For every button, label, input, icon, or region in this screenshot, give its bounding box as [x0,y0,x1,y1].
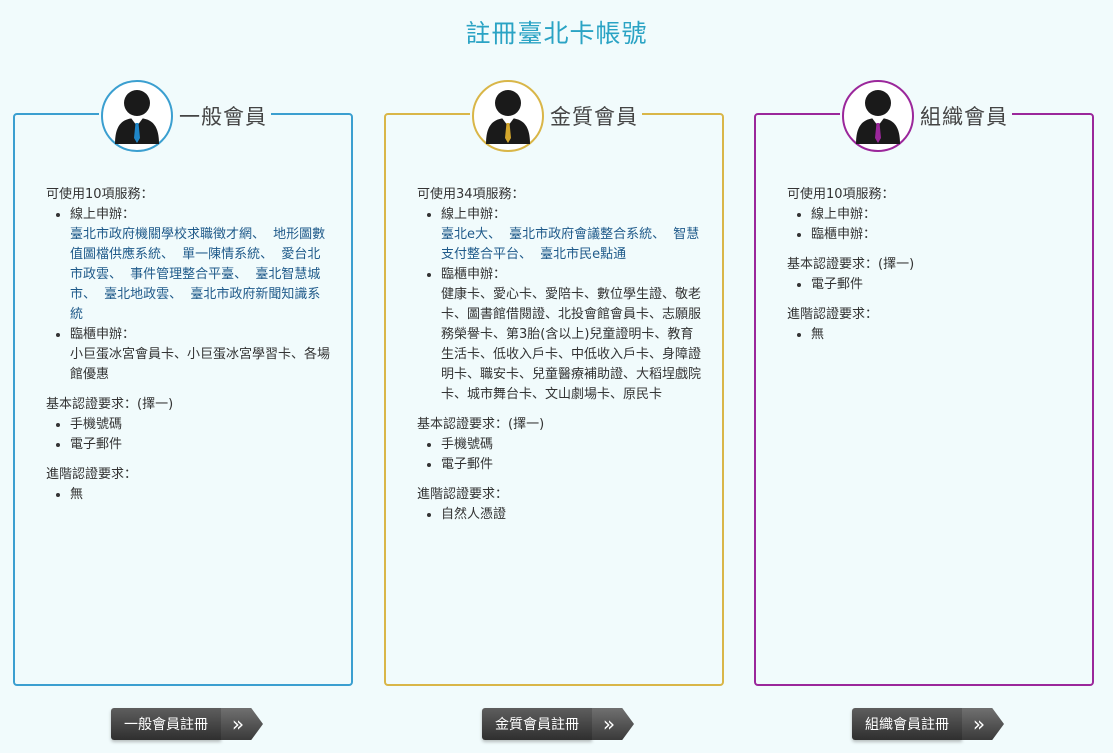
list-item: 線上申辦： 臺北e大、 臺北市政府會議整合系統、 智慧支付整合平台、 臺北市民e… [441,205,702,265]
list-item: 手機號碼 [70,415,331,435]
advanced-auth-heading: 進階認證要求： [46,467,138,482]
organization-register-wrap: 組織會員註冊 » [852,706,1022,744]
card-title: 一般會員 [179,105,267,129]
advanced-auth-list: 自然人憑證 [417,505,702,525]
button-label: 一般會員註冊 [111,708,221,740]
services-heading: 可使用10項服務： [787,187,895,202]
list-item: 手機號碼 [441,435,702,455]
double-chevron-right-icon: » [962,708,1004,740]
online-links: 臺北e大、 臺北市政府會議整合系統、 智慧支付整合平台、 臺北市民e點通 [441,227,699,262]
general-register-wrap: 一般會員註冊 » [111,706,281,744]
service-link[interactable]: 臺北e大、 [441,227,501,242]
basic-auth-list: 手機號碼 電子郵件 [46,415,331,455]
basic-auth-list: 手機號碼 電子郵件 [417,435,702,475]
service-link[interactable]: 單一陳情系統、 [182,247,273,262]
list-item: 線上申辦： [811,205,1072,225]
card-header: 組織會員 [840,78,1012,154]
list-item: 電子郵件 [70,435,331,455]
button-label: 金質會員註冊 [482,708,592,740]
advanced-auth-heading: 進階認證要求： [787,307,879,322]
card-body: 可使用10項服務： 線上申辦： 臺北市政府機關學校求職徵才網、 地形圖數值圖檔供… [46,185,331,515]
list-item: 自然人憑證 [441,505,702,525]
page-title: 註冊臺北卡帳號 [465,19,648,48]
advanced-auth-list: 無 [787,325,1072,345]
double-chevron-right-icon: » [221,708,263,740]
list-item: 電子郵件 [441,455,702,475]
organization-register-button[interactable]: 組織會員註冊 » [852,706,1018,742]
card-header: 一般會員 [99,78,271,154]
services-list: 線上申辦： 臺北e大、 臺北市政府會議整合系統、 智慧支付整合平台、 臺北市民e… [417,205,702,405]
service-link[interactable]: 臺北市民e點通 [540,247,626,262]
card-body: 可使用34項服務： 線上申辦： 臺北e大、 臺北市政府會議整合系統、 智慧支付整… [417,185,702,535]
list-item: 無 [811,325,1072,345]
counter-label: 臨櫃申辦： [441,267,507,282]
services-heading: 可使用34項服務： [417,187,525,202]
basic-auth-list: 電子郵件 [787,275,1072,295]
button-label: 組織會員註冊 [852,708,962,740]
basic-auth-heading: 基本認證要求：(擇一) [46,397,174,412]
card-header: 金質會員 [470,78,642,154]
services-heading: 可使用10項服務： [46,187,154,202]
service-link[interactable]: 臺北市政府機關學校求職徵才網、 [70,227,265,242]
service-link[interactable]: 事件管理整合平臺、 [130,267,247,282]
double-chevron-right-icon: » [592,708,634,740]
list-item: 無 [70,485,331,505]
services-list: 線上申辦： 臺北市政府機關學校求職徵才網、 地形圖數值圖檔供應系統、 單一陳情系… [46,205,331,385]
counter-text: 小巨蛋冰宮會員卡、小巨蛋冰宮學習卡、各場館優惠 [70,347,331,382]
advanced-auth-list: 無 [46,485,331,505]
card-body: 可使用10項服務： 線上申辦： 臨櫃申辦： 基本認證要求：(擇一) 電子郵件 進… [787,185,1072,355]
basic-auth-heading: 基本認證要求：(擇一) [417,417,545,432]
person-suit-icon [842,80,914,152]
general-register-button[interactable]: 一般會員註冊 » [111,706,277,742]
card-title: 組織會員 [920,105,1008,129]
basic-auth-heading: 基本認證要求：(擇一) [787,257,915,272]
card-gold-member: 金質會員 可使用34項服務： 線上申辦： 臺北e大、 臺北市政府會議整合系統、 … [384,78,724,686]
service-link[interactable]: 臺北市政府會議整合系統、 [509,227,665,242]
card-title: 金質會員 [550,105,638,129]
list-item: 電子郵件 [811,275,1072,295]
online-label: 線上申辦： [441,207,507,222]
list-item: 臨櫃申辦： 小巨蛋冰宮會員卡、小巨蛋冰宮學習卡、各場館優惠 [70,325,331,385]
card-general-member: 一般會員 可使用10項服務： 線上申辦： 臺北市政府機關學校求職徵才網、 地形圖… [13,78,353,686]
counter-text: 健康卡、愛心卡、愛陪卡、數位學生證、敬老卡、圖書館借閱證、北投會館會員卡、志願服… [441,287,702,402]
person-suit-icon [101,80,173,152]
counter-label: 臨櫃申辦： [70,327,136,342]
person-suit-icon [472,80,544,152]
online-label: 線上申辦： [70,207,136,222]
list-item: 線上申辦： 臺北市政府機關學校求職徵才網、 地形圖數值圖檔供應系統、 單一陳情系… [70,205,331,325]
advanced-auth-heading: 進階認證要求： [417,487,509,502]
service-link[interactable]: 臺北地政雲、 [104,287,182,302]
list-item: 臨櫃申辦： [811,225,1072,245]
gold-register-button[interactable]: 金質會員註冊 » [482,706,648,742]
services-list: 線上申辦： 臨櫃申辦： [787,205,1072,245]
list-item: 臨櫃申辦： 健康卡、愛心卡、愛陪卡、數位學生證、敬老卡、圖書館借閱證、北投會館會… [441,265,702,405]
card-organization-member: 組織會員 可使用10項服務： 線上申辦： 臨櫃申辦： 基本認證要求：(擇一) 電… [754,78,1094,686]
online-links: 臺北市政府機關學校求職徵才網、 地形圖數值圖檔供應系統、 單一陳情系統、 愛台北… [70,227,325,322]
gold-register-wrap: 金質會員註冊 » [482,706,652,744]
